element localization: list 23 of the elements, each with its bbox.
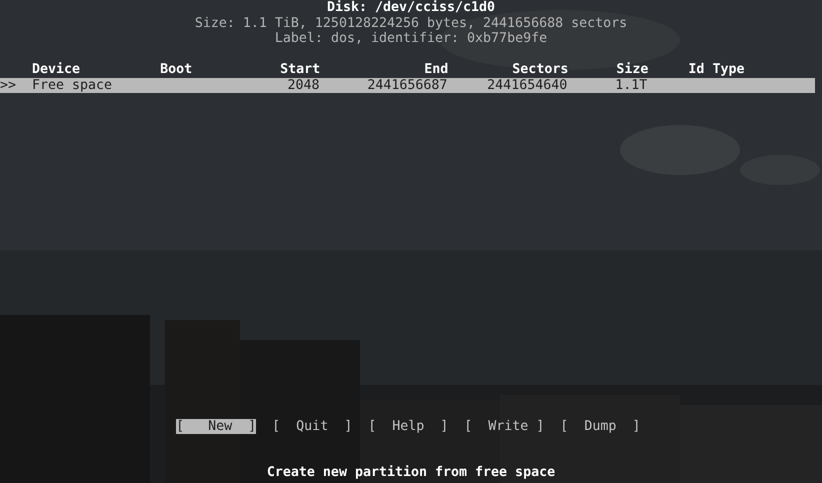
disk-size: Size: 1.1 TiB, 1250128224256 bytes, 2441656688 sectors <box>194 16 628 31</box>
column-header: Start <box>279 62 320 78</box>
menu-button[interactable]: [ Write ] <box>464 418 544 434</box>
column-header: Boot <box>160 62 194 78</box>
column-header: End <box>423 62 448 78</box>
status-hint: Create new partition from free space <box>266 465 556 480</box>
row-marker: >> <box>0 78 18 93</box>
table-cell-text: 2441654640 <box>486 78 568 93</box>
table-cell-text: 2048 <box>286 78 320 93</box>
column-header: Size <box>615 62 650 78</box>
menu-button[interactable]: [ New ] <box>176 418 256 434</box>
disk-title: Disk: /dev/cciss/c1d0 <box>326 0 496 16</box>
table-cell-text: Free space <box>32 78 114 93</box>
menu-button[interactable]: [ Help ] <box>368 418 448 434</box>
column-header: Device <box>32 62 82 78</box>
table-cell-text: 1.1T <box>614 78 648 93</box>
menu-button[interactable]: [ Quit ] <box>272 418 352 434</box>
menu-button[interactable]: [ Dump ] <box>560 418 640 434</box>
table-cell-text: 2441656687 <box>366 78 448 93</box>
disk-label: Label: dos, identifier: 0xb77be9fe <box>274 31 548 46</box>
column-header: Id Type <box>688 62 746 78</box>
column-header: Sectors <box>511 62 568 78</box>
table-row[interactable]: >> Free space 2048 2441656687 2441654640 1.1T <box>0 78 815 93</box>
